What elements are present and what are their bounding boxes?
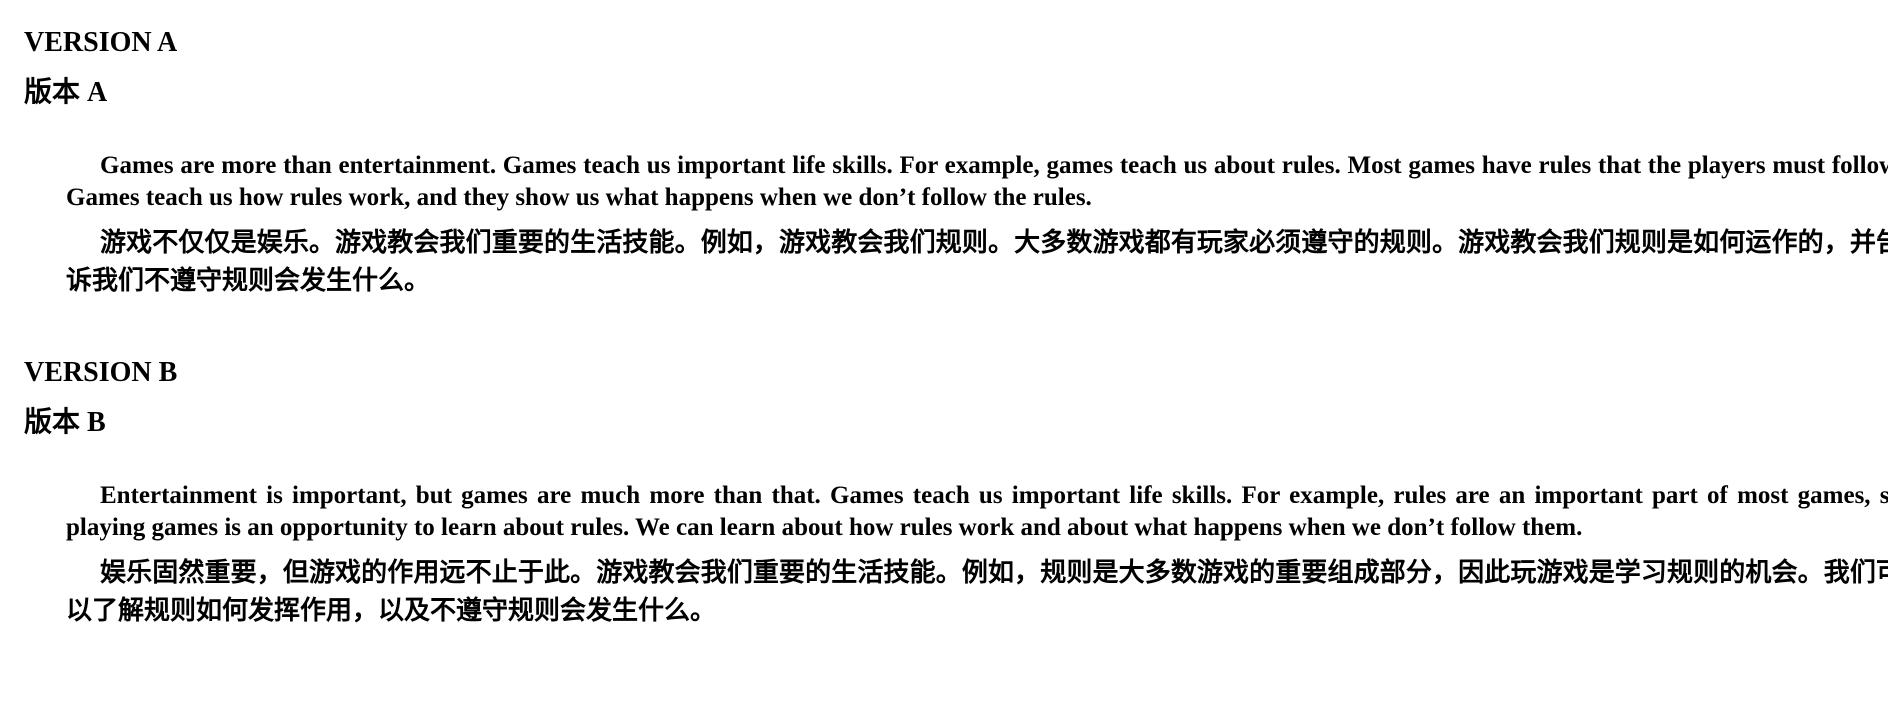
version-b-heading-zh: 版本 B (24, 407, 106, 438)
version-b-paragraph-zh: 娱乐固然重要，但游戏的作用远不止于此。游戏教会我们重要的生活技能。例如，规则是大… (66, 558, 1888, 626)
version-a-section: VERSION A 版本 A Games are more than enter… (24, 26, 1888, 300)
version-a-paragraph-zh: 游戏不仅仅是娱乐。游戏教会我们重要的生活技能。例如，游戏教会我们规则。大多数游戏… (66, 228, 1888, 296)
version-a-heading-en: VERSION A (24, 27, 178, 58)
version-a-paragraph-en: Games are more than entertainment. Games… (66, 152, 1888, 211)
document: VERSION A 版本 A Games are more than enter… (24, 26, 1888, 630)
version-b-heading-en: VERSION B (24, 357, 178, 388)
version-a-heading-zh: 版本 A (24, 77, 108, 108)
version-b-paragraph-en: Entertainment is important, but games ar… (66, 482, 1888, 541)
version-b-section: VERSION B 版本 B Entertainment is importan… (24, 356, 1888, 630)
